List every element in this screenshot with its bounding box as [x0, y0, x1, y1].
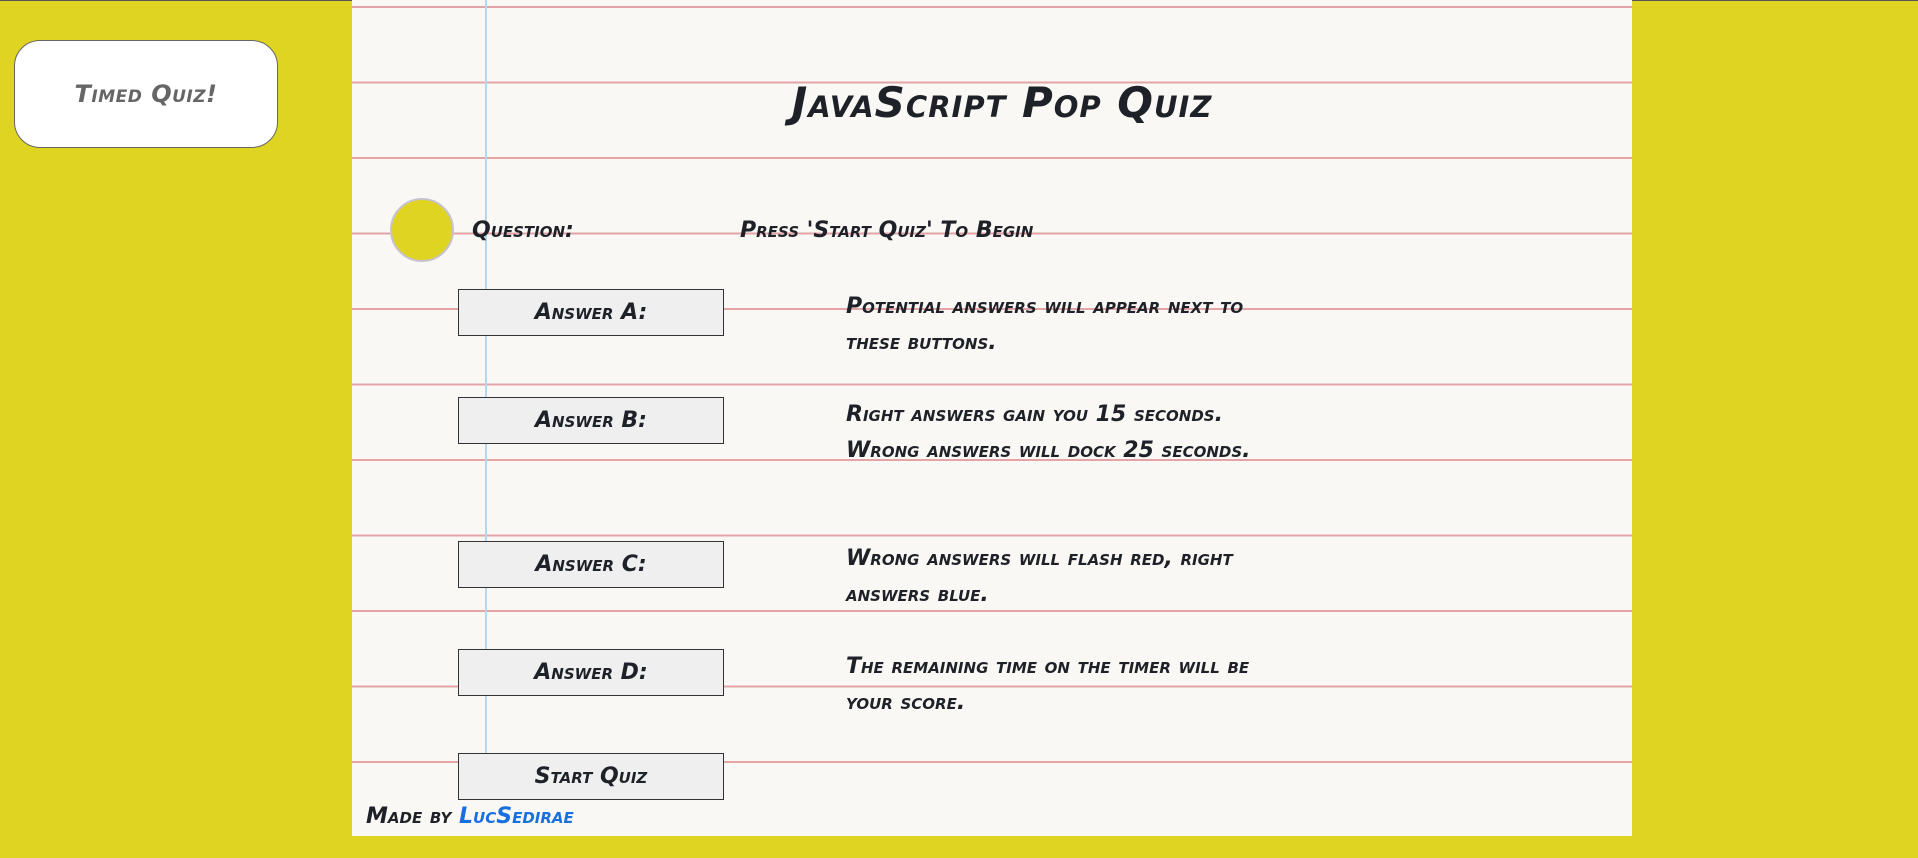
answer-d-button[interactable]: Answer D: [458, 649, 724, 696]
answer-b-button[interactable]: Answer B: [458, 397, 724, 444]
answer-c-button[interactable]: Answer C: [458, 541, 724, 588]
answer-a-button[interactable]: Answer A: [458, 289, 724, 336]
answer-c-text: Wrong answers will flash red, right answ… [846, 546, 1233, 607]
quiz-paper: JavaScript Pop Quiz Question: Press 'Sta… [352, 0, 1632, 836]
start-quiz-button[interactable]: Start Quiz [458, 753, 724, 800]
answer-a-text: Potential answers will appear next to th… [846, 294, 1244, 355]
page-title: JavaScript Pop Quiz [791, 78, 1213, 127]
timer-display: Timed Quiz! [14, 40, 278, 148]
feedback-indicator [390, 198, 454, 262]
author-link[interactable]: LucSedirae [459, 804, 574, 829]
timer-label: Timed Quiz! [74, 80, 218, 108]
answer-d-text: The remaining time on the timer will be … [846, 654, 1250, 715]
footer-prefix: Made by [366, 804, 452, 829]
question-text: Press 'Start Quiz' To Begin [740, 218, 1034, 243]
footer: Made by LucSedirae [366, 804, 574, 829]
question-label: Question: [472, 218, 574, 243]
answer-b-text: Right answers gain you 15 seconds. Wrong… [846, 402, 1251, 463]
